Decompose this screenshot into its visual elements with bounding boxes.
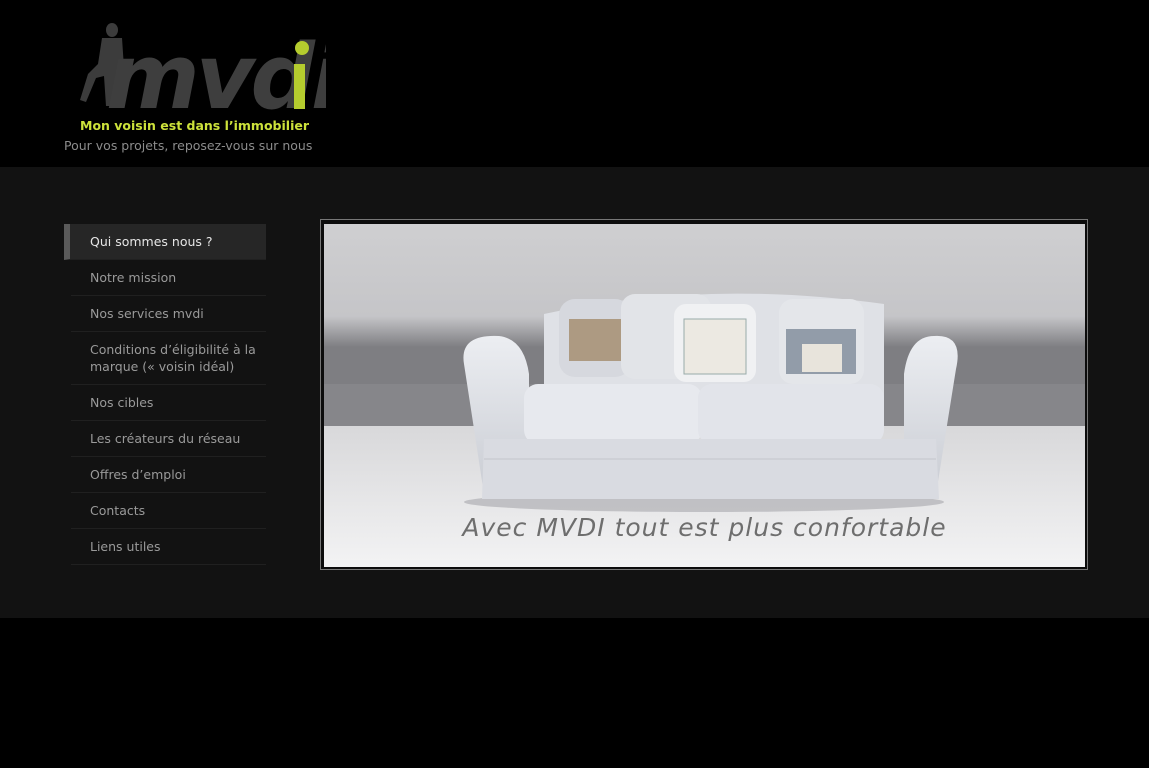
nav-item-notre-mission[interactable]: Notre mission [71,260,266,296]
sidebar-nav: Qui sommes nous ? Notre mission Nos serv… [64,224,266,565]
nav-item-nos-services[interactable]: Nos services mvdi [71,296,266,332]
nav-item-contacts[interactable]: Contacts [71,493,266,529]
banner-image: Avec MVDI tout est plus confortable [324,224,1085,567]
logo-slogan: Pour vos projets, reposez-vous sur nous [64,138,313,153]
nav-item-conditions[interactable]: Conditions d’éligibilité à la marque (« … [71,332,266,385]
logo-i-accent [294,64,305,109]
banner-frame: Avec MVDI tout est plus confortable [320,219,1088,570]
nav-item-qui-sommes-nous[interactable]: Qui sommes nous ? [64,224,266,260]
logo-wordmark: mvdi [106,25,326,116]
banner-caption: Avec MVDI tout est plus confortable [462,513,947,542]
nav-item-createurs[interactable]: Les créateurs du réseau [71,421,266,457]
nav-item-offres-emploi[interactable]: Offres d’emploi [71,457,266,493]
logo-mark: mvdi [80,23,326,116]
site-header: mvdi Mon voisin est dans l’immobilier Po… [0,0,1149,167]
logo-tagline: Mon voisin est dans l’immobilier [80,118,309,133]
site-logo[interactable]: mvdi Mon voisin est dans l’immobilier Po… [62,18,328,158]
nav-item-nos-cibles[interactable]: Nos cibles [71,385,266,421]
main-content: Qui sommes nous ? Notre mission Nos serv… [0,167,1149,618]
nav-item-liens-utiles[interactable]: Liens utiles [71,529,266,565]
